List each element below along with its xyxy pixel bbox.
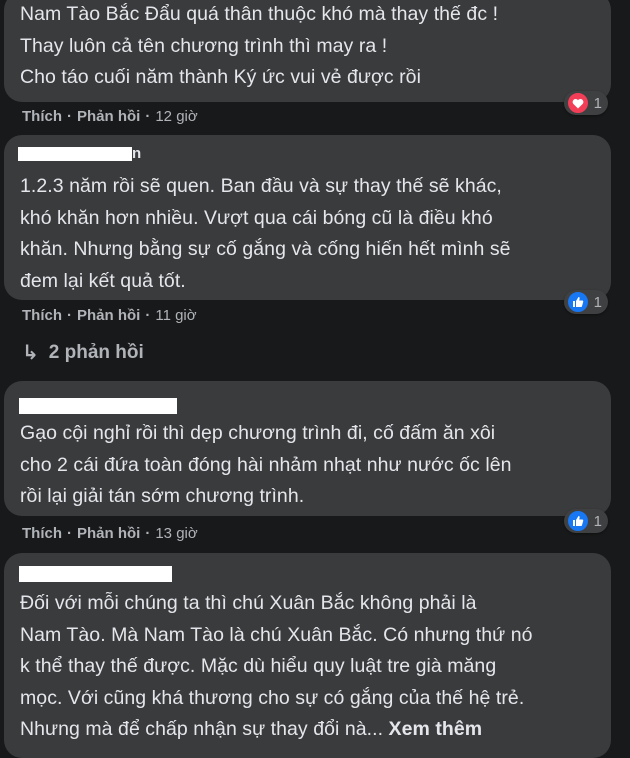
comment-text: Đối với mỗi chúng ta thì chú Xuân Bắc kh… xyxy=(20,592,533,740)
reply-link[interactable]: Phản hồi xyxy=(77,307,140,324)
redacted-author-name xyxy=(19,398,177,414)
heart-reaction-icon xyxy=(565,91,590,115)
reaction-summary[interactable]: 1 xyxy=(563,290,608,314)
timestamp[interactable]: 11 giờ xyxy=(155,307,196,324)
view-replies-link[interactable]: ↳ 2 phản hồi xyxy=(22,340,144,365)
like-link[interactable]: Thích xyxy=(22,307,62,324)
like-reaction-icon xyxy=(565,509,590,533)
comment-text: Gạo cội nghỉ rồi thì dẹp chương trình đi… xyxy=(20,422,512,507)
see-more-link[interactable]: Xem thêm xyxy=(389,718,483,740)
comment-bubble: Nam Tào Bắc Đẩu quá thân thuộc khó mà th… xyxy=(4,0,611,102)
timestamp[interactable]: 12 giờ xyxy=(155,108,197,125)
reply-link[interactable]: Phản hồi xyxy=(77,525,140,542)
comment-text: Nam Tào Bắc Đẩu quá thân thuộc khó mà th… xyxy=(20,3,499,88)
comment-text: 1.2.3 năm rồi sẽ quen. Ban đầu và sự tha… xyxy=(20,175,511,292)
reply-arrow-icon: ↳ xyxy=(22,342,39,364)
like-reaction-icon xyxy=(565,290,590,314)
author-name-fragment[interactable]: n xyxy=(132,145,141,162)
comment-actions: Thích · Phản hồi · 11 giờ xyxy=(22,307,197,324)
reaction-count: 1 xyxy=(593,94,602,112)
comment-bubble: Đối với mỗi chúng ta thì chú Xuân Bắc kh… xyxy=(4,553,611,758)
replies-count-label: 2 phản hồi xyxy=(48,341,144,363)
reaction-count: 1 xyxy=(593,293,602,311)
redacted-author-name xyxy=(18,147,132,161)
comment-actions: Thích · Phản hồi · 12 giờ xyxy=(22,108,198,125)
comment-actions: Thích · Phản hồi · 13 giờ xyxy=(22,525,198,542)
reaction-count: 1 xyxy=(593,512,602,530)
reply-link[interactable]: Phản hồi xyxy=(77,108,140,125)
like-link[interactable]: Thích xyxy=(22,525,62,542)
like-link[interactable]: Thích xyxy=(22,108,62,125)
reaction-summary[interactable]: 1 xyxy=(563,509,608,533)
reaction-summary[interactable]: 1 xyxy=(563,91,608,115)
timestamp[interactable]: 13 giờ xyxy=(155,525,197,542)
redacted-author-name xyxy=(19,566,172,582)
